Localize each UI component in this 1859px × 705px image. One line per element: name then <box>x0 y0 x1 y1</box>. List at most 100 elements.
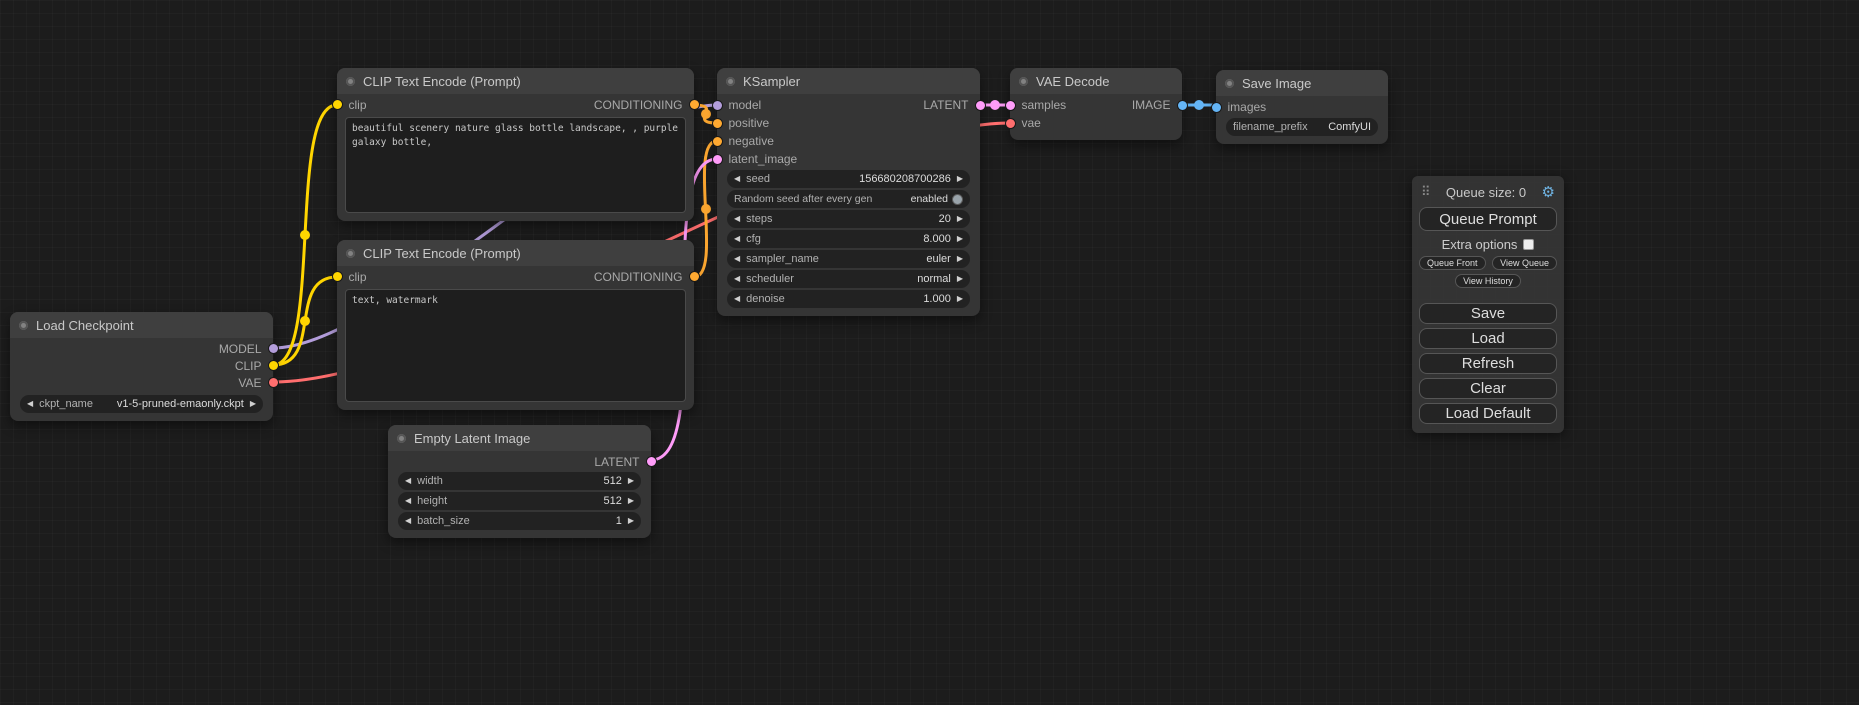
node-vae-decode[interactable]: VAE Decode samples IMAGE vae <box>1010 68 1182 140</box>
view-queue-button[interactable]: View Queue <box>1492 256 1557 270</box>
port-dot[interactable] <box>690 272 699 281</box>
collapse-dot-icon[interactable] <box>346 249 355 258</box>
input-slot-latent-image[interactable]: latent_image <box>727 152 797 166</box>
output-slot-vae[interactable]: VAE <box>238 376 263 390</box>
port-dot[interactable] <box>713 101 722 110</box>
prompt-textarea[interactable]: text, watermark <box>345 289 686 402</box>
port-dot[interactable] <box>269 361 278 370</box>
collapse-dot-icon[interactable] <box>1225 79 1234 88</box>
queue-prompt-button[interactable]: Queue Prompt <box>1419 207 1557 231</box>
load-button[interactable]: Load <box>1419 328 1557 349</box>
node-clip-text-encode-negative[interactable]: CLIP Text Encode (Prompt) clip CONDITION… <box>337 240 694 410</box>
widget-steps[interactable]: ◀ steps 20 ▶ <box>727 210 970 228</box>
arrow-right-icon[interactable]: ▶ <box>628 517 634 525</box>
arrow-left-icon[interactable]: ◀ <box>734 235 740 243</box>
extra-options-checkbox[interactable] <box>1523 239 1534 250</box>
port-dot[interactable] <box>976 101 985 110</box>
node-title-bar[interactable]: VAE Decode <box>1010 68 1182 94</box>
arrow-right-icon[interactable]: ▶ <box>957 215 963 223</box>
output-slot-latent[interactable]: LATENT <box>923 98 970 112</box>
widget-ckpt-name[interactable]: ◀ ckpt_name v1-5-pruned-emaonly.ckpt ▶ <box>20 395 263 413</box>
node-title-bar[interactable]: KSampler <box>717 68 980 94</box>
collapse-dot-icon[interactable] <box>726 77 735 86</box>
widget-seed[interactable]: ◀ seed 156680208700286 ▶ <box>727 170 970 188</box>
port-dot[interactable] <box>269 378 278 387</box>
arrow-right-icon[interactable]: ▶ <box>628 477 634 485</box>
input-slot-clip[interactable]: clip <box>347 98 367 112</box>
widget-filename-prefix[interactable]: filename_prefix ComfyUI <box>1226 118 1378 136</box>
widget-height[interactable]: ◀ height 512 ▶ <box>398 492 641 510</box>
port-dot[interactable] <box>713 119 722 128</box>
arrow-right-icon[interactable]: ▶ <box>957 175 963 183</box>
output-slot-image[interactable]: IMAGE <box>1132 98 1172 112</box>
widget-batch-size[interactable]: ◀ batch_size 1 ▶ <box>398 512 641 530</box>
widget-width[interactable]: ◀ width 512 ▶ <box>398 472 641 490</box>
collapse-dot-icon[interactable] <box>1019 77 1028 86</box>
clear-button[interactable]: Clear <box>1419 378 1557 399</box>
save-button[interactable]: Save <box>1419 303 1557 324</box>
output-slot-clip[interactable]: CLIP <box>235 359 263 373</box>
node-empty-latent-image[interactable]: Empty Latent Image LATENT ◀ width 512 ▶ … <box>388 425 651 538</box>
input-slot-model[interactable]: model <box>727 98 761 112</box>
arrow-left-icon[interactable]: ◀ <box>27 400 33 408</box>
port-dot[interactable] <box>713 155 722 164</box>
arrow-left-icon[interactable]: ◀ <box>734 255 740 263</box>
node-ksampler[interactable]: KSampler model LATENT positive <box>717 68 980 316</box>
node-title-bar[interactable]: Save Image <box>1216 70 1388 96</box>
node-title-bar[interactable]: Empty Latent Image <box>388 425 651 451</box>
view-history-button[interactable]: View History <box>1455 274 1521 288</box>
input-slot-images[interactable]: images <box>1226 100 1266 114</box>
link-midpoint-dot[interactable] <box>300 316 310 326</box>
arrow-left-icon[interactable]: ◀ <box>405 517 411 525</box>
input-slot-vae[interactable]: vae <box>1020 116 1041 130</box>
collapse-dot-icon[interactable] <box>397 434 406 443</box>
collapse-dot-icon[interactable] <box>346 77 355 86</box>
node-load-checkpoint[interactable]: Load Checkpoint MODEL CLIP VAE <box>10 312 273 421</box>
output-slot-model[interactable]: MODEL <box>219 342 263 356</box>
port-dot[interactable] <box>1006 119 1015 128</box>
widget-cfg[interactable]: ◀ cfg 8.000 ▶ <box>727 230 970 248</box>
node-clip-text-encode-positive[interactable]: CLIP Text Encode (Prompt) clip CONDITION… <box>337 68 694 221</box>
output-slot-conditioning[interactable]: CONDITIONING <box>594 270 684 284</box>
node-save-image[interactable]: Save Image images filename_prefix ComfyU… <box>1216 70 1388 144</box>
input-slot-clip[interactable]: clip <box>347 270 367 284</box>
widget-scheduler[interactable]: ◀ scheduler normal ▶ <box>727 270 970 288</box>
node-title-bar[interactable]: Load Checkpoint <box>10 312 273 338</box>
port-dot[interactable] <box>333 100 342 109</box>
arrow-left-icon[interactable]: ◀ <box>734 295 740 303</box>
link-midpoint-dot[interactable] <box>990 100 1000 110</box>
arrow-right-icon[interactable]: ▶ <box>957 295 963 303</box>
collapse-dot-icon[interactable] <box>19 321 28 330</box>
input-slot-positive[interactable]: positive <box>727 116 769 130</box>
link-midpoint-dot[interactable] <box>701 204 711 214</box>
port-dot[interactable] <box>1212 103 1221 112</box>
arrow-right-icon[interactable]: ▶ <box>628 497 634 505</box>
input-slot-negative[interactable]: negative <box>727 134 774 148</box>
input-slot-samples[interactable]: samples <box>1020 98 1066 112</box>
arrow-right-icon[interactable]: ▶ <box>250 400 256 408</box>
prompt-textarea[interactable]: beautiful scenery nature glass bottle la… <box>345 117 686 213</box>
arrow-right-icon[interactable]: ▶ <box>957 275 963 283</box>
refresh-button[interactable]: Refresh <box>1419 353 1557 374</box>
arrow-right-icon[interactable]: ▶ <box>957 235 963 243</box>
port-dot[interactable] <box>333 272 342 281</box>
queue-front-button[interactable]: Queue Front <box>1419 256 1486 270</box>
output-slot-latent[interactable]: LATENT <box>594 455 641 469</box>
settings-gear-icon[interactable]: ⚙ <box>1542 183 1555 201</box>
arrow-left-icon[interactable]: ◀ <box>734 275 740 283</box>
port-dot[interactable] <box>690 100 699 109</box>
port-dot[interactable] <box>713 137 722 146</box>
arrow-left-icon[interactable]: ◀ <box>405 477 411 485</box>
load-default-button[interactable]: Load Default <box>1419 403 1557 424</box>
arrow-left-icon[interactable]: ◀ <box>734 215 740 223</box>
drag-handle-icon[interactable]: ⠿ <box>1421 184 1431 200</box>
widget-denoise[interactable]: ◀ denoise 1.000 ▶ <box>727 290 970 308</box>
link-midpoint-dot[interactable] <box>1194 100 1204 110</box>
widget-sampler-name[interactable]: ◀ sampler_name euler ▶ <box>727 250 970 268</box>
link-midpoint-dot[interactable] <box>701 109 711 119</box>
link-midpoint-dot[interactable] <box>300 230 310 240</box>
port-dot[interactable] <box>269 344 278 353</box>
node-title-bar[interactable]: CLIP Text Encode (Prompt) <box>337 240 694 266</box>
port-dot[interactable] <box>647 457 656 466</box>
arrow-left-icon[interactable]: ◀ <box>734 175 740 183</box>
